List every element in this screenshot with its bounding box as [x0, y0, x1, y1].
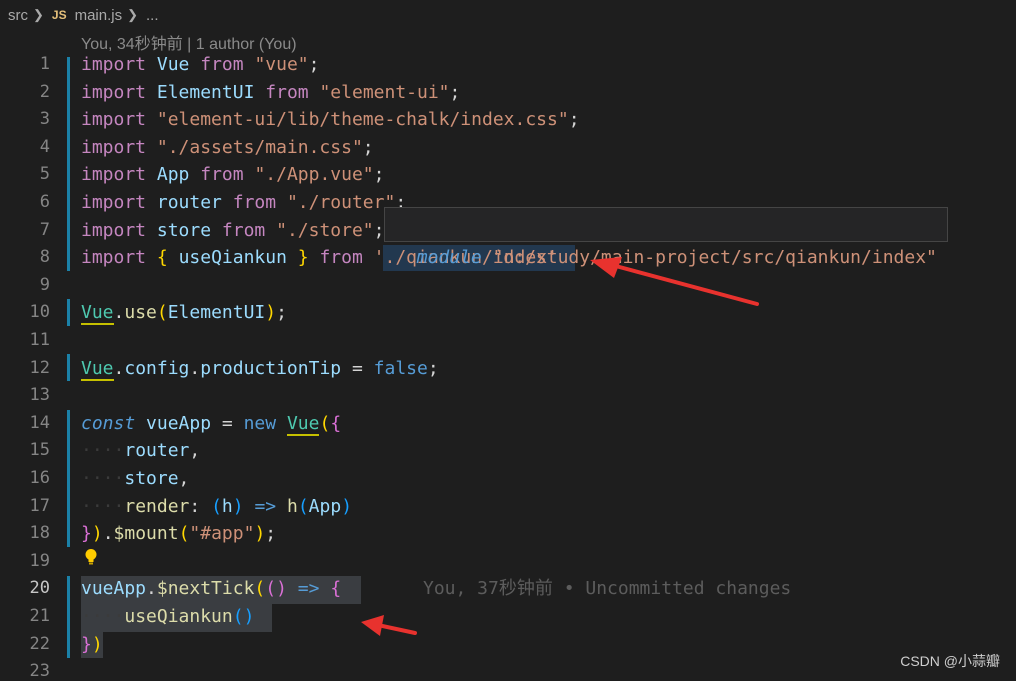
line-number: 3 — [39, 109, 50, 130]
code-text: import store from "./store"; — [81, 219, 385, 241]
javascript-file-icon: JS — [51, 8, 67, 22]
line-number: 13 — [29, 385, 50, 406]
code-line: 15 ····router, — [0, 437, 1016, 465]
code-text: import Vue from "vue"; — [81, 54, 320, 75]
code-line: 16 ····store, — [0, 465, 1016, 493]
code-line: 21 ····useQiankun() — [0, 603, 1016, 631]
tooltip-path: "d:/study/main-project/src/qiankun/index… — [492, 247, 937, 268]
line-number: 12 — [29, 357, 50, 378]
code-text: import App from "./App.vue"; — [81, 164, 385, 186]
line-number: 9 — [39, 274, 50, 295]
code-line: 22 }) — [0, 631, 1016, 659]
line-number: 17 — [29, 495, 50, 516]
code-line: 13 — [0, 382, 1016, 410]
breadcrumb-folder[interactable]: src — [8, 7, 28, 24]
lightbulb-icon[interactable] — [84, 548, 98, 566]
line-number: 2 — [39, 81, 50, 102]
line-number: 21 — [29, 606, 50, 626]
breadcrumb: src ❯ JS main.js ❯ ... — [0, 0, 1016, 30]
code-text: ····store, — [81, 468, 190, 489]
inline-git-blame: You, 37秒钟前 • Uncommitted changes — [423, 578, 792, 599]
code-text: }).$mount("#app"); — [81, 523, 277, 545]
line-number: 14 — [29, 412, 50, 433]
tooltip-keyword: module — [416, 247, 482, 268]
line-number: 11 — [29, 330, 50, 350]
code-text: ····render: (h) => h(App) — [81, 495, 353, 517]
code-text: vueApp.$nextTick(() => { — [81, 578, 342, 600]
codelens-author[interactable]: You, 34秒钟前 | 1 author (You) — [81, 30, 297, 53]
code-text: const vueApp = new Vue({ — [81, 412, 342, 436]
line-number: 6 — [39, 192, 50, 212]
code-line: 19 — [0, 548, 1016, 576]
line-number: 18 — [29, 523, 50, 544]
code-line: 5 import App from "./App.vue"; — [0, 161, 1016, 189]
line-number: 22 — [29, 633, 50, 654]
breadcrumb-file[interactable]: main.js — [75, 7, 123, 24]
code-text: Vue.config.productionTip = false; — [81, 357, 439, 381]
code-text: }) — [81, 633, 103, 655]
line-number: 16 — [29, 468, 50, 488]
code-text: import "./assets/main.css"; — [81, 136, 374, 158]
code-line: 9 — [0, 272, 1016, 300]
code-line: 3 import "element-ui/lib/theme-chalk/ind… — [0, 106, 1016, 134]
line-number: 23 — [29, 661, 50, 681]
line-number: 1 — [39, 54, 50, 74]
line-number: 8 — [39, 247, 50, 268]
code-text: import router from "./router"; — [81, 192, 407, 213]
code-text: Vue.use(ElementUI); — [81, 302, 287, 326]
code-line: 23 — [0, 658, 1016, 681]
code-line: 4 import "./assets/main.css"; — [0, 134, 1016, 162]
code-line: 2 import ElementUI from "element-ui"; — [0, 79, 1016, 107]
code-line: 1 import Vue from "vue"; — [0, 51, 1016, 79]
code-line: 18 }).$mount("#app"); — [0, 520, 1016, 548]
line-number: 10 — [29, 302, 50, 323]
line-number: 4 — [39, 136, 50, 157]
line-number: 15 — [29, 440, 50, 461]
code-line: 10 Vue.use(ElementUI); — [0, 299, 1016, 327]
code-line: 17 ····render: (h) => h(App) — [0, 493, 1016, 521]
chevron-right-icon: ❯ — [33, 7, 44, 22]
chevron-right-icon: ❯ — [127, 7, 139, 22]
line-number: 7 — [39, 219, 50, 240]
code-line: 14 const vueApp = new Vue({ — [0, 410, 1016, 438]
hover-tooltip: module "d:/study/main-project/src/qianku… — [384, 207, 948, 268]
code-line: 11 — [0, 327, 1016, 355]
code-line: 12 Vue.config.productionTip = false; — [0, 355, 1016, 383]
line-number: 5 — [39, 164, 50, 185]
code-text: import ElementUI from "element-ui"; — [81, 81, 461, 103]
line-number: 19 — [29, 550, 50, 571]
line-number: 20 — [29, 578, 50, 599]
code-text: ····useQiankun() — [81, 606, 255, 627]
code-text: import "element-ui/lib/theme-chalk/index… — [81, 109, 580, 131]
code-text: ····router, — [81, 440, 201, 462]
watermark: CSDN @小蒜瓣 — [900, 653, 1000, 669]
breadcrumb-more[interactable]: ... — [146, 7, 159, 24]
